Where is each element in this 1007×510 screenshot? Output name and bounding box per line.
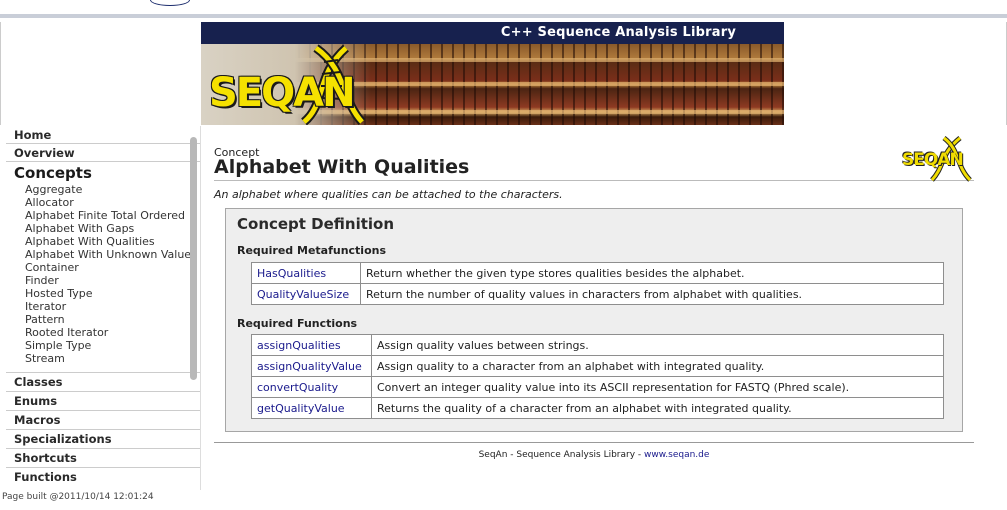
sidebar-item-allocator[interactable]: Allocator	[6, 196, 201, 209]
footer-text: SeqAn - Sequence Analysis Library -	[478, 450, 645, 460]
sidebar-link-macros[interactable]: Macros	[6, 410, 201, 429]
sidebar-item-alphabet-finite-total-ordered[interactable]: Alphabet Finite Total Ordered	[6, 209, 201, 222]
small-logo-text: SEQAN	[902, 150, 964, 170]
function-link-convertquality[interactable]: convertQuality	[251, 376, 372, 398]
sidebar-item-iterator[interactable]: Iterator	[6, 300, 201, 313]
top-strip	[0, 0, 1007, 18]
sidebar-link-functions[interactable]: Functions	[6, 467, 201, 486]
function-link-assignqualities[interactable]: assignQualities	[251, 334, 372, 356]
function-description: Convert an integer quality value into it…	[371, 376, 944, 398]
table-row: HasQualities Return whether the given ty…	[251, 262, 944, 284]
sidebar-item-hosted-type[interactable]: Hosted Type	[6, 287, 201, 300]
banner-title: C++ Sequence Analysis Library	[500, 25, 736, 40]
sidebar-heading-concepts[interactable]: Concepts	[6, 163, 201, 183]
metafunction-description: Return whether the given type stores qua…	[360, 262, 944, 284]
functions-table: assignQualities Assign quality values be…	[251, 334, 944, 419]
partial-logo-icon	[150, 0, 190, 6]
sidebar-scrollbar[interactable]	[190, 137, 197, 380]
metafunction-link-hasqualities[interactable]: HasQualities	[251, 262, 361, 284]
sidebar-item-alphabet-with-qualities[interactable]: Alphabet With Qualities	[6, 235, 201, 248]
seqan-logo: SEQAN	[209, 70, 356, 116]
sidebar-link-specializations[interactable]: Specializations	[6, 429, 201, 448]
footer-credits: SeqAn - Sequence Analysis Library - www.…	[214, 450, 974, 460]
function-description: Assign quality values between strings.	[371, 334, 944, 356]
sidebar-link-classes[interactable]: Classes	[6, 372, 201, 391]
sidebar-item-stream[interactable]: Stream	[6, 352, 201, 365]
table-row: assignQualityValue Assign quality to a c…	[251, 355, 944, 377]
function-description: Returns the quality of a character from …	[371, 397, 944, 419]
banner-bar: C++ Sequence Analysis Library	[201, 22, 784, 44]
concept-definition-heading: Concept Definition	[237, 215, 395, 233]
function-link-assignqualityvalue[interactable]: assignQualityValue	[251, 355, 372, 377]
footer-divider	[214, 442, 974, 443]
table-row: getQualityValue Returns the quality of a…	[251, 397, 944, 419]
title-divider	[214, 180, 974, 181]
required-functions-heading: Required Functions	[237, 317, 358, 330]
page-built-timestamp: Page built @2011/10/14 12:01:24	[2, 492, 154, 502]
banner: C++ Sequence Analysis Library SEQAN	[201, 22, 784, 125]
page-title: Alphabet With Qualities	[214, 156, 470, 178]
seqan-small-logo: SEQAN	[900, 136, 972, 182]
sidebar-item-alphabet-with-unknown-value[interactable]: Alphabet With Unknown Value	[6, 248, 201, 261]
sidebar-item-pattern[interactable]: Pattern	[6, 313, 201, 326]
metafunction-description: Return the number of quality values in c…	[360, 283, 944, 305]
table-row: QualityValueSize Return the number of qu…	[251, 283, 944, 305]
table-row: assignQualities Assign quality values be…	[251, 334, 944, 356]
sidebar-item-rooted-iterator[interactable]: Rooted Iterator	[6, 326, 201, 339]
sidebar-item-container[interactable]: Container	[6, 261, 201, 274]
sidebar-link-enums[interactable]: Enums	[6, 391, 201, 410]
function-description: Assign quality to a character from an al…	[371, 355, 944, 377]
sidebar-link-overview[interactable]: Overview	[6, 144, 201, 162]
sidebar-link-shortcuts[interactable]: Shortcuts	[6, 448, 201, 467]
table-row: convertQuality Convert an integer qualit…	[251, 376, 944, 398]
concept-definition-box: Concept Definition Required Metafunction…	[225, 208, 963, 432]
required-metafunctions-heading: Required Metafunctions	[237, 244, 387, 257]
sidebar-item-alphabet-with-gaps[interactable]: Alphabet With Gaps	[6, 222, 201, 235]
sidebar: Home Overview Concepts Aggregate Allocat…	[6, 126, 201, 490]
sidebar-item-aggregate[interactable]: Aggregate	[6, 183, 201, 196]
sidebar-link-home[interactable]: Home	[6, 126, 201, 144]
sidebar-item-finder[interactable]: Finder	[6, 274, 201, 287]
metafunction-link-qualityvaluesize[interactable]: QualityValueSize	[251, 283, 361, 305]
concept-description: An alphabet where qualities can be attac…	[214, 188, 563, 201]
footer-link-seqan[interactable]: www.seqan.de	[644, 450, 709, 460]
function-link-getqualityvalue[interactable]: getQualityValue	[251, 397, 372, 419]
metafunctions-table: HasQualities Return whether the given ty…	[251, 262, 944, 305]
sidebar-item-simple-type[interactable]: Simple Type	[6, 339, 201, 352]
sidebar-divider	[200, 126, 201, 490]
